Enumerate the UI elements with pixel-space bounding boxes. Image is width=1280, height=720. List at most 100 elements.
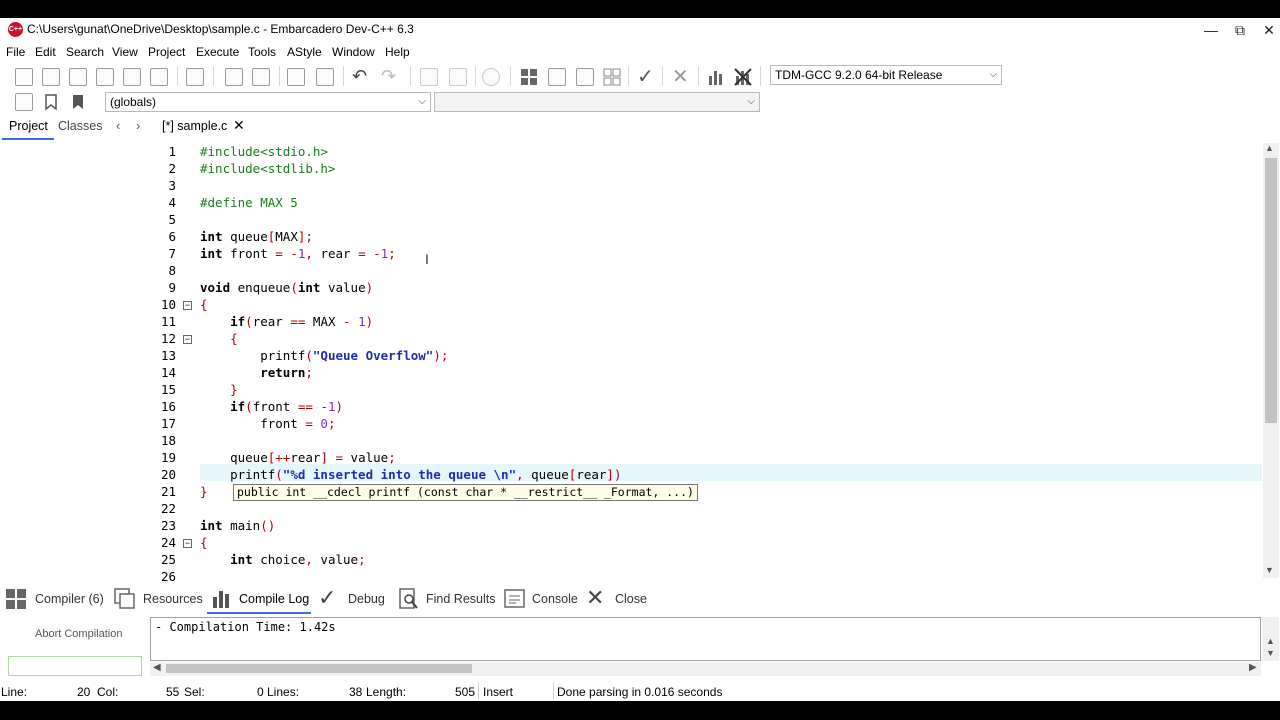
new-project-icon[interactable] xyxy=(420,68,438,86)
fold-toggle-icon[interactable]: − xyxy=(183,301,192,310)
insert-icon[interactable] xyxy=(15,93,33,111)
fold-toggle-icon[interactable]: − xyxy=(183,335,192,344)
line-number: 4 xyxy=(168,195,176,210)
tab-sample-c[interactable]: [*] sample.c xyxy=(162,119,227,133)
find-icon[interactable] xyxy=(225,68,243,86)
text-cursor-icon: I xyxy=(425,251,429,267)
line-number: 21 xyxy=(160,484,176,499)
menu-project[interactable]: Project xyxy=(148,45,185,59)
save-all-icon[interactable] xyxy=(96,68,114,86)
open-file-icon[interactable] xyxy=(42,68,60,86)
code-line[interactable]: } xyxy=(200,382,238,397)
menu-tools[interactable]: Tools xyxy=(248,45,276,59)
scroll-down-icon[interactable]: ▼ xyxy=(1265,565,1274,575)
member-select[interactable]: ⌵ xyxy=(434,92,760,112)
code-line[interactable]: queue[++rear] = value; xyxy=(200,450,396,465)
tab-debug[interactable]: Debug xyxy=(348,592,385,606)
goto-bookmark-icon[interactable] xyxy=(69,93,87,111)
chevron-right-icon[interactable]: › xyxy=(136,118,140,133)
scope-select[interactable]: (globals) ⌵ xyxy=(105,92,431,112)
menu-window[interactable]: Window xyxy=(332,45,375,59)
code-line[interactable]: int main() xyxy=(200,518,275,533)
code-line[interactable]: int queue[MAX]; xyxy=(200,229,313,244)
code-line[interactable]: { xyxy=(200,331,238,346)
save-icon[interactable] xyxy=(69,68,87,86)
toolbar-separator xyxy=(698,66,699,86)
tab-classes[interactable]: Classes xyxy=(58,119,102,133)
tab-resources[interactable]: Resources xyxy=(143,592,203,606)
toggle-bookmark-icon[interactable] xyxy=(42,93,60,111)
stop-execution-icon[interactable]: ✕ xyxy=(672,64,689,89)
tab-console[interactable]: Console xyxy=(532,592,578,606)
replace-icon[interactable] xyxy=(252,68,270,86)
check-syntax-icon[interactable]: ✓ xyxy=(637,64,654,89)
code-line[interactable]: { xyxy=(200,297,208,312)
close-window-icon[interactable]: ✕ xyxy=(1254,20,1280,40)
scroll-up-icon[interactable]: ▲ xyxy=(1265,143,1274,153)
close-file-icon[interactable] xyxy=(123,68,141,86)
code-line[interactable]: if(rear == MAX - 1) xyxy=(200,314,373,329)
toolbar-separator xyxy=(760,66,761,86)
chevron-left-icon[interactable]: ‹ xyxy=(116,118,120,133)
fold-toggle-icon[interactable]: − xyxy=(183,539,192,548)
code-line[interactable]: #include<stdio.h> xyxy=(200,144,328,159)
project-options-icon[interactable] xyxy=(482,68,500,86)
menu-help[interactable]: Help xyxy=(385,45,410,59)
menu-astyle[interactable]: AStyle xyxy=(287,45,322,59)
code-line[interactable]: return; xyxy=(200,365,313,380)
compiler-select[interactable]: TDM-GCC 9.2.0 64-bit Release ⌵ xyxy=(770,65,1002,85)
code-line[interactable]: printf("Queue Overflow"); xyxy=(200,348,448,363)
code-line[interactable]: { xyxy=(200,535,208,550)
menu-view[interactable]: View xyxy=(112,45,138,59)
code-line[interactable]: printf("%d inserted into the queue \n", … xyxy=(200,467,621,482)
run-icon[interactable] xyxy=(548,68,566,86)
code-line[interactable]: #include<stdlib.h> xyxy=(200,161,335,176)
code-line[interactable]: if(front == -1) xyxy=(200,399,343,414)
tab-find-results[interactable]: Find Results xyxy=(426,592,495,606)
redo-icon[interactable]: ↷ xyxy=(381,66,396,87)
tab-compile-log[interactable]: Compile Log xyxy=(239,592,309,606)
compile-icon[interactable] xyxy=(520,68,538,86)
line-number: 15 xyxy=(160,382,176,397)
close-all-icon[interactable] xyxy=(150,68,168,86)
add-to-project-icon[interactable] xyxy=(449,68,467,86)
scroll-down-icon[interactable]: ▼ xyxy=(1266,648,1275,658)
new-file-icon[interactable] xyxy=(15,68,33,86)
code-line[interactable]: #define MAX 5 xyxy=(200,195,298,210)
scroll-up-icon[interactable]: ▲ xyxy=(1266,636,1275,646)
rebuild-all-icon[interactable] xyxy=(603,68,621,86)
tab-compiler[interactable]: Compiler (6) xyxy=(35,592,104,606)
unindent-icon[interactable] xyxy=(316,68,334,86)
indent-icon[interactable] xyxy=(287,68,305,86)
menu-search[interactable]: Search xyxy=(66,45,104,59)
scroll-right-icon[interactable]: ▶ xyxy=(1249,662,1257,673)
profile-icon[interactable] xyxy=(707,68,725,86)
code-line[interactable]: int front = -1, rear = -1; xyxy=(200,246,396,261)
log-scroll-thumb[interactable] xyxy=(166,664,472,673)
scroll-left-icon[interactable]: ◀ xyxy=(153,662,161,673)
menu-file[interactable]: File xyxy=(6,45,25,59)
close-panel-icon[interactable]: ✕ xyxy=(586,585,604,611)
tab-close[interactable]: Close xyxy=(615,592,647,606)
code-line[interactable]: } xyxy=(200,484,208,499)
abort-compilation-button[interactable]: Abort Compilation xyxy=(35,628,122,640)
code-line[interactable]: void enqueue(int value) xyxy=(200,280,373,295)
delete-profile-icon[interactable] xyxy=(734,68,752,86)
editor-scroll-thumb[interactable] xyxy=(1265,158,1277,423)
undo-icon[interactable]: ↶ xyxy=(352,66,367,87)
menu-edit[interactable]: Edit xyxy=(35,45,56,59)
close-tab-icon[interactable]: ✕ xyxy=(233,117,245,134)
tab-project[interactable]: Project xyxy=(9,119,48,133)
code-line[interactable]: front = 0; xyxy=(200,416,335,431)
compiler-icon xyxy=(5,588,26,609)
minimize-icon[interactable]: — xyxy=(1196,20,1226,40)
menu-execute[interactable]: Execute xyxy=(196,45,239,59)
compile-log-output[interactable]: - Compilation Time: 1.42s xyxy=(150,617,1261,661)
code-editor[interactable]: 1 #include<stdio.h> 2 #include<stdlib.h> 3 4 #… xyxy=(0,142,1262,584)
code-line[interactable]: int choice, value; xyxy=(200,552,365,567)
line-number: 18 xyxy=(160,433,176,448)
print-icon[interactable] xyxy=(186,68,204,86)
window-title: C:\Users\gunat\OneDrive\Desktop\sample.c… xyxy=(27,22,414,36)
compile-run-icon[interactable] xyxy=(576,68,594,86)
restore-icon[interactable]: ⧉ xyxy=(1225,20,1255,40)
